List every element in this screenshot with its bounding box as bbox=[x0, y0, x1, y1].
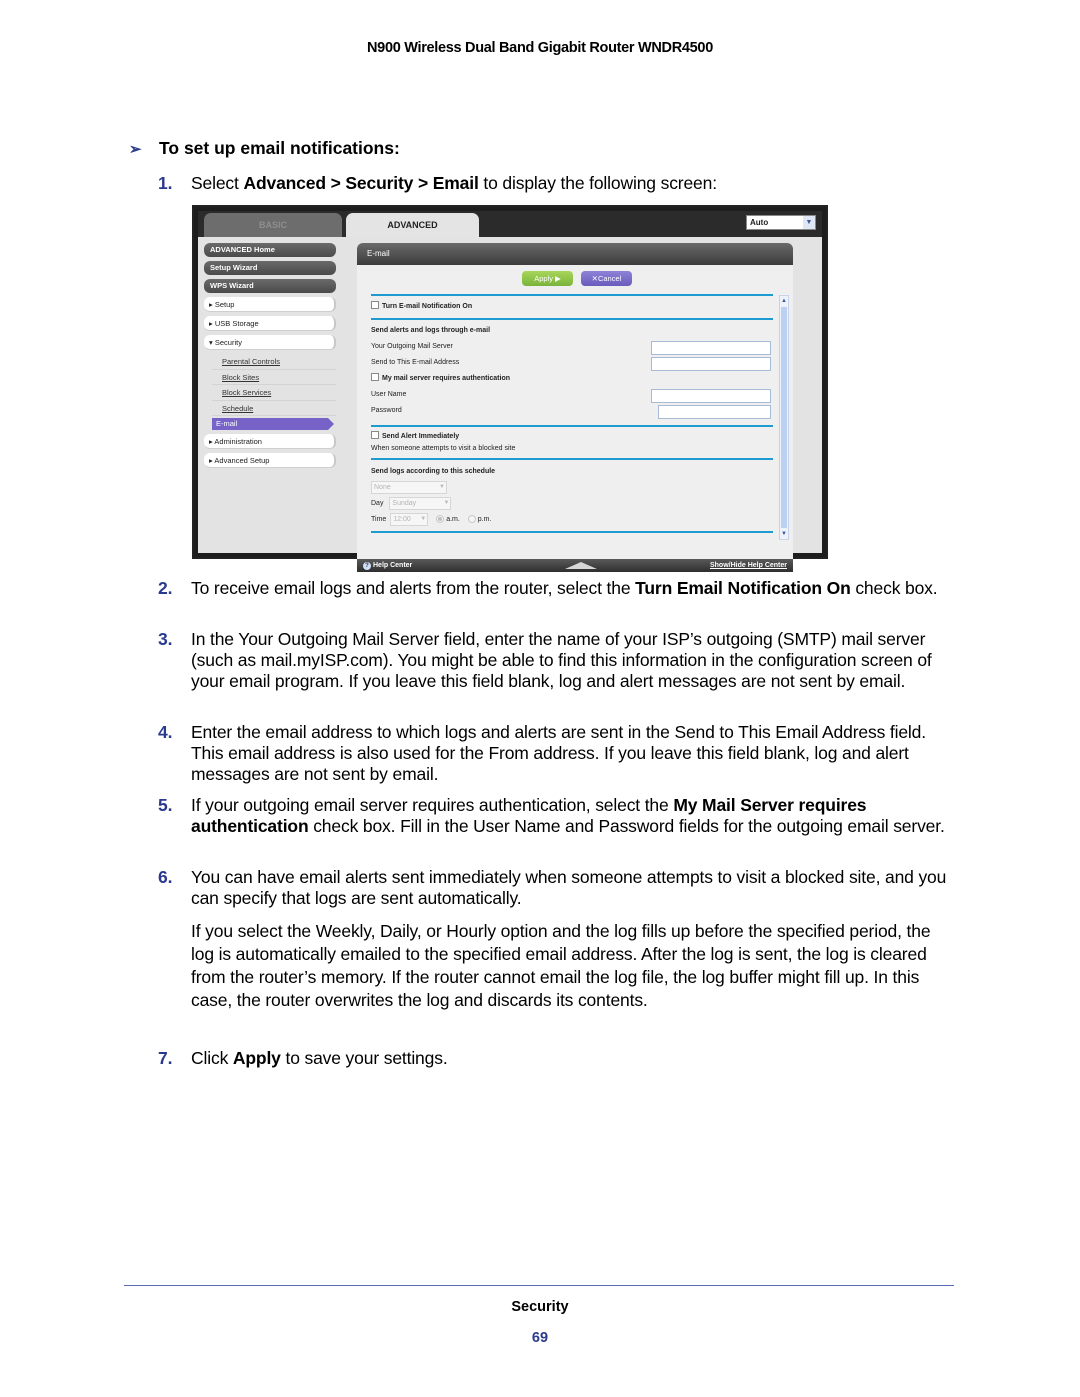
alert-description: When someone attempts to visit a blocked… bbox=[371, 445, 516, 452]
divider bbox=[371, 458, 773, 460]
scroll-down-icon[interactable]: ▼ bbox=[780, 529, 788, 539]
day-row: Day Sunday ▼ bbox=[371, 496, 773, 512]
help-icon: ? bbox=[363, 562, 371, 570]
router-topbar: BASIC ADVANCED Auto ▼ bbox=[198, 211, 822, 237]
footer-divider bbox=[124, 1285, 954, 1286]
step-number: 3. bbox=[158, 629, 173, 649]
panel-title: E-mail bbox=[357, 243, 793, 265]
router-screenshot: BASIC ADVANCED Auto ▼ ADVANCED Home Setu… bbox=[192, 205, 828, 572]
day-select[interactable]: Sunday ▼ bbox=[389, 496, 452, 510]
password-row: Password bbox=[371, 403, 773, 419]
chevron-down-icon: ▼ bbox=[420, 515, 427, 522]
pm-radio[interactable] bbox=[467, 515, 476, 524]
user-name-input[interactable] bbox=[651, 389, 771, 403]
step-6: 6. You can have email alerts sent immedi… bbox=[158, 867, 947, 908]
sidebar-item-setup-wizard[interactable]: Setup Wizard bbox=[204, 261, 336, 275]
email-panel: E-mail Apply ▶ ✕Cancel Turn E-mail Notif… bbox=[357, 243, 793, 559]
turn-on-row: Turn E-mail Notification On bbox=[371, 299, 773, 315]
sidebar-item-usb-storage[interactable]: ▸ USB Storage bbox=[204, 316, 336, 331]
task-heading: ➢ To set up email notifications: bbox=[129, 138, 400, 159]
step-4: 4. Enter the email address to which logs… bbox=[158, 722, 926, 784]
divider bbox=[371, 531, 773, 533]
help-center-bar: ? Help Center Show/Hide Help Center bbox=[357, 559, 793, 572]
sidebar-item-parental-controls[interactable]: Parental Controls bbox=[212, 354, 336, 370]
running-header: N900 Wireless Dual Band Gigabit Router W… bbox=[367, 40, 713, 56]
password-input[interactable] bbox=[658, 405, 771, 419]
router-sidebar: ADVANCED Home Setup Wizard WPS Wizard ▸ … bbox=[204, 243, 336, 472]
alert-row: Send Alert Immediately bbox=[371, 431, 773, 443]
schedule-row: None ▼ bbox=[371, 480, 773, 496]
sidebar-item-security[interactable]: ▾ Security bbox=[204, 335, 336, 350]
turn-on-checkbox[interactable] bbox=[371, 301, 379, 309]
step-2: 2. To receive email logs and alerts from… bbox=[158, 578, 938, 598]
sidebar-item-block-sites[interactable]: Block Sites bbox=[212, 370, 336, 385]
show-hide-help-link[interactable]: Show/Hide Help Center bbox=[710, 559, 787, 572]
scrollbar[interactable]: ▲ ▼ bbox=[779, 295, 789, 540]
step-number: 7. bbox=[158, 1048, 173, 1068]
divider bbox=[371, 318, 773, 320]
scrollbar-thumb[interactable] bbox=[781, 307, 787, 528]
user-name-row: User Name bbox=[371, 387, 773, 403]
divider bbox=[371, 425, 773, 427]
step-number: 6. bbox=[158, 867, 173, 887]
am-radio[interactable] bbox=[436, 515, 445, 524]
sidebar-item-email[interactable]: E-mail bbox=[212, 418, 334, 430]
outgoing-server-row: Your Outgoing Mail Server bbox=[371, 339, 773, 355]
step-number: 5. bbox=[158, 795, 173, 815]
step-number: 1. bbox=[158, 173, 173, 193]
apply-button[interactable]: Apply ▶ bbox=[522, 271, 573, 286]
sidebar-item-schedule[interactable]: Schedule bbox=[212, 401, 336, 416]
divider bbox=[371, 294, 773, 296]
send-alert-checkbox[interactable] bbox=[371, 431, 379, 439]
help-center-link[interactable]: ? Help Center bbox=[363, 559, 412, 572]
footer-section-title: Security bbox=[511, 1299, 569, 1315]
expand-arrow-icon[interactable] bbox=[565, 562, 597, 569]
schedule-select[interactable]: None ▼ bbox=[371, 480, 447, 494]
step-number: 4. bbox=[158, 722, 173, 742]
step-5: 5. If your outgoing email server require… bbox=[158, 795, 945, 836]
chevron-down-icon: ▼ bbox=[443, 499, 450, 506]
language-select[interactable]: Auto ▼ bbox=[746, 215, 816, 230]
chevron-down-icon: ▼ bbox=[439, 483, 445, 490]
sidebar-item-block-services[interactable]: Block Services bbox=[212, 385, 336, 401]
sidebar-item-setup[interactable]: ▸ Setup bbox=[204, 297, 336, 312]
arrow-bullet-icon: ➢ bbox=[129, 140, 142, 158]
step-1: 1. Select Advanced > Security > Email to… bbox=[158, 173, 717, 193]
tab-advanced[interactable]: ADVANCED bbox=[346, 213, 479, 237]
cancel-button[interactable]: ✕Cancel bbox=[581, 271, 632, 286]
tab-basic[interactable]: BASIC bbox=[204, 213, 342, 237]
sidebar-item-advanced-home[interactable]: ADVANCED Home bbox=[204, 243, 336, 257]
auth-checkbox[interactable] bbox=[371, 373, 379, 381]
step-3: 3. In the Your Outgoing Mail Server fiel… bbox=[158, 629, 932, 691]
sidebar-item-advanced-setup[interactable]: ▸ Advanced Setup bbox=[204, 453, 336, 468]
step-7: 7. Click Apply to save your settings. bbox=[158, 1048, 448, 1068]
time-select[interactable]: 12:00 ▼ bbox=[390, 512, 429, 526]
send-to-email-input[interactable] bbox=[651, 357, 771, 371]
scroll-up-icon[interactable]: ▲ bbox=[780, 296, 788, 306]
auth-row: My mail server requires authentication bbox=[371, 371, 773, 387]
schedule-heading: Send logs according to this schedule bbox=[371, 468, 496, 475]
page-number: 69 bbox=[531, 1330, 549, 1346]
task-heading-text: To set up email notifications: bbox=[159, 138, 400, 158]
time-row: Time 12:00 ▼ a.m. p.m. bbox=[371, 512, 773, 528]
language-select-value: Auto bbox=[750, 218, 769, 227]
step-number: 2. bbox=[158, 578, 173, 598]
outgoing-server-input[interactable] bbox=[651, 341, 771, 355]
sidebar-item-wps-wizard[interactable]: WPS Wizard bbox=[204, 279, 336, 293]
sidebar-item-administration[interactable]: ▸ Administration bbox=[204, 434, 336, 449]
send-to-row: Send to This E-mail Address bbox=[371, 355, 773, 371]
chevron-down-icon: ▼ bbox=[803, 216, 815, 229]
send-heading: Send alerts and logs through e-mail bbox=[371, 327, 491, 334]
step-6-note: If you select the Weekly, Daily, or Hour… bbox=[191, 921, 931, 1010]
